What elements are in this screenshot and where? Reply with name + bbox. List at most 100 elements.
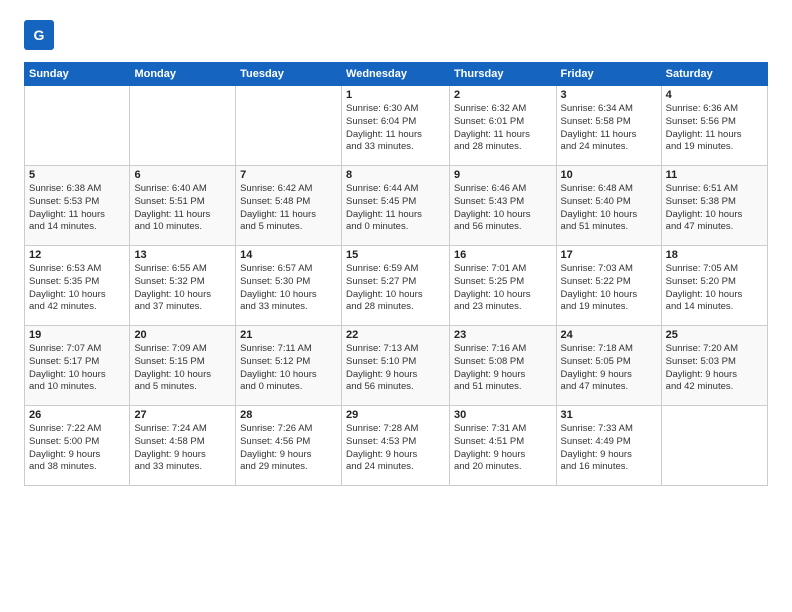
weekday-header-tuesday: Tuesday <box>236 63 342 86</box>
day-number: 2 <box>454 89 552 101</box>
day-number: 27 <box>134 409 231 421</box>
week-row-1: 1 Sunrise: 6:30 AM Sunset: 6:04 PM Daylig… <box>25 86 768 166</box>
day-cell: 15 Sunrise: 6:59 AM Sunset: 5:27 PM Dayli… <box>342 246 450 326</box>
day-cell <box>130 86 236 166</box>
day-cell: 23Sunrise: 7:16 AM Sunset: 5:08 PM Dayli… <box>449 326 556 406</box>
day-info: Sunrise: 6:42 AM Sunset: 5:48 PM Dayligh… <box>240 183 337 234</box>
day-number: 16 <box>454 249 552 261</box>
day-info: Sunrise: 7:20 AM Sunset: 5:03 PM Dayligh… <box>666 343 763 394</box>
day-number: 11 <box>666 169 763 181</box>
day-number: 17 <box>561 249 657 261</box>
day-cell: 20 Sunrise: 7:09 AM Sunset: 5:15 PM Dayli… <box>130 326 236 406</box>
logo-icon: G <box>24 20 54 50</box>
day-cell: 17 Sunrise: 7:03 AM Sunset: 5:22 PM Dayli… <box>556 246 661 326</box>
day-info: Sunrise: 6:48 AM Sunset: 5:40 PM Dayligh… <box>561 183 657 234</box>
day-info: Sunrise: 6:40 AM Sunset: 5:51 PM Dayligh… <box>134 183 231 234</box>
day-cell: 10 Sunrise: 6:48 AM Sunset: 5:40 PM Dayli… <box>556 166 661 246</box>
day-info: Sunrise: 6:55 AM Sunset: 5:32 PM Dayligh… <box>134 263 231 314</box>
day-number: 3 <box>561 89 657 101</box>
week-row-5: 26Sunrise: 7:22 AM Sunset: 5:00 PM Dayli… <box>25 406 768 486</box>
week-row-2: 5 Sunrise: 6:38 AM Sunset: 5:53 PM Daylig… <box>25 166 768 246</box>
day-cell <box>661 406 767 486</box>
day-cell <box>25 86 130 166</box>
day-number: 26 <box>29 409 125 421</box>
day-cell: 31Sunrise: 7:33 AM Sunset: 4:49 PM Dayli… <box>556 406 661 486</box>
weekday-header-saturday: Saturday <box>661 63 767 86</box>
day-cell: 19Sunrise: 7:07 AM Sunset: 5:17 PM Dayli… <box>25 326 130 406</box>
day-info: Sunrise: 6:38 AM Sunset: 5:53 PM Dayligh… <box>29 183 125 234</box>
day-number: 19 <box>29 329 125 341</box>
day-cell: 8 Sunrise: 6:44 AM Sunset: 5:45 PM Daylig… <box>342 166 450 246</box>
day-info: Sunrise: 6:36 AM Sunset: 5:56 PM Dayligh… <box>666 103 763 154</box>
day-info: Sunrise: 7:09 AM Sunset: 5:15 PM Dayligh… <box>134 343 231 394</box>
day-number: 20 <box>134 329 231 341</box>
day-number: 29 <box>346 409 445 421</box>
day-number: 1 <box>346 89 445 101</box>
header: G <box>24 20 768 50</box>
day-number: 15 <box>346 249 445 261</box>
day-info: Sunrise: 6:46 AM Sunset: 5:43 PM Dayligh… <box>454 183 552 234</box>
svg-text:G: G <box>34 27 45 43</box>
weekday-header-sunday: Sunday <box>25 63 130 86</box>
day-cell: 25 Sunrise: 7:20 AM Sunset: 5:03 PM Dayli… <box>661 326 767 406</box>
weekday-header-row: SundayMondayTuesdayWednesdayThursdayFrid… <box>25 63 768 86</box>
day-info: Sunrise: 7:13 AM Sunset: 5:10 PM Dayligh… <box>346 343 445 394</box>
day-number: 4 <box>666 89 763 101</box>
day-info: Sunrise: 7:11 AM Sunset: 5:12 PM Dayligh… <box>240 343 337 394</box>
day-info: Sunrise: 6:30 AM Sunset: 6:04 PM Dayligh… <box>346 103 445 154</box>
weekday-header-monday: Monday <box>130 63 236 86</box>
day-cell: 26Sunrise: 7:22 AM Sunset: 5:00 PM Dayli… <box>25 406 130 486</box>
day-cell: 12 Sunrise: 6:53 AM Sunset: 5:35 PM Dayli… <box>25 246 130 326</box>
day-number: 6 <box>134 169 231 181</box>
day-cell: 1 Sunrise: 6:30 AM Sunset: 6:04 PM Daylig… <box>342 86 450 166</box>
day-number: 22 <box>346 329 445 341</box>
day-cell: 27 Sunrise: 7:24 AM Sunset: 4:58 PM Dayli… <box>130 406 236 486</box>
day-info: Sunrise: 6:53 AM Sunset: 5:35 PM Dayligh… <box>29 263 125 314</box>
weekday-header-thursday: Thursday <box>449 63 556 86</box>
weekday-header-friday: Friday <box>556 63 661 86</box>
week-row-4: 19Sunrise: 7:07 AM Sunset: 5:17 PM Dayli… <box>25 326 768 406</box>
day-number: 24 <box>561 329 657 341</box>
day-cell: 21 Sunrise: 7:11 AM Sunset: 5:12 PM Dayli… <box>236 326 342 406</box>
day-cell: 28Sunrise: 7:26 AM Sunset: 4:56 PM Dayli… <box>236 406 342 486</box>
day-number: 9 <box>454 169 552 181</box>
day-cell: 30 Sunrise: 7:31 AM Sunset: 4:51 PM Dayli… <box>449 406 556 486</box>
day-cell: 18Sunrise: 7:05 AM Sunset: 5:20 PM Dayli… <box>661 246 767 326</box>
day-number: 21 <box>240 329 337 341</box>
day-number: 10 <box>561 169 657 181</box>
day-number: 23 <box>454 329 552 341</box>
day-cell: 7 Sunrise: 6:42 AM Sunset: 5:48 PM Daylig… <box>236 166 342 246</box>
day-number: 7 <box>240 169 337 181</box>
day-info: Sunrise: 6:59 AM Sunset: 5:27 PM Dayligh… <box>346 263 445 314</box>
day-number: 25 <box>666 329 763 341</box>
day-info: Sunrise: 7:24 AM Sunset: 4:58 PM Dayligh… <box>134 423 231 474</box>
day-cell: 4 Sunrise: 6:36 AM Sunset: 5:56 PM Daylig… <box>661 86 767 166</box>
logo: G <box>24 20 58 50</box>
day-info: Sunrise: 7:18 AM Sunset: 5:05 PM Dayligh… <box>561 343 657 394</box>
day-cell: 11 Sunrise: 6:51 AM Sunset: 5:38 PM Dayli… <box>661 166 767 246</box>
calendar-table: SundayMondayTuesdayWednesdayThursdayFrid… <box>24 62 768 486</box>
day-number: 31 <box>561 409 657 421</box>
day-cell: 13Sunrise: 6:55 AM Sunset: 5:32 PM Dayli… <box>130 246 236 326</box>
day-info: Sunrise: 6:32 AM Sunset: 6:01 PM Dayligh… <box>454 103 552 154</box>
day-cell: 5 Sunrise: 6:38 AM Sunset: 5:53 PM Daylig… <box>25 166 130 246</box>
day-number: 30 <box>454 409 552 421</box>
weekday-header-wednesday: Wednesday <box>342 63 450 86</box>
day-number: 14 <box>240 249 337 261</box>
day-number: 12 <box>29 249 125 261</box>
day-number: 8 <box>346 169 445 181</box>
day-info: Sunrise: 6:51 AM Sunset: 5:38 PM Dayligh… <box>666 183 763 234</box>
day-info: Sunrise: 7:28 AM Sunset: 4:53 PM Dayligh… <box>346 423 445 474</box>
day-cell: 9 Sunrise: 6:46 AM Sunset: 5:43 PM Daylig… <box>449 166 556 246</box>
day-number: 5 <box>29 169 125 181</box>
day-info: Sunrise: 7:05 AM Sunset: 5:20 PM Dayligh… <box>666 263 763 314</box>
day-cell: 16Sunrise: 7:01 AM Sunset: 5:25 PM Dayli… <box>449 246 556 326</box>
day-info: Sunrise: 7:31 AM Sunset: 4:51 PM Dayligh… <box>454 423 552 474</box>
day-cell <box>236 86 342 166</box>
day-info: Sunrise: 6:44 AM Sunset: 5:45 PM Dayligh… <box>346 183 445 234</box>
day-info: Sunrise: 6:34 AM Sunset: 5:58 PM Dayligh… <box>561 103 657 154</box>
day-cell: 29 Sunrise: 7:28 AM Sunset: 4:53 PM Dayli… <box>342 406 450 486</box>
day-info: Sunrise: 7:03 AM Sunset: 5:22 PM Dayligh… <box>561 263 657 314</box>
day-number: 28 <box>240 409 337 421</box>
day-cell: 2 Sunrise: 6:32 AM Sunset: 6:01 PM Daylig… <box>449 86 556 166</box>
